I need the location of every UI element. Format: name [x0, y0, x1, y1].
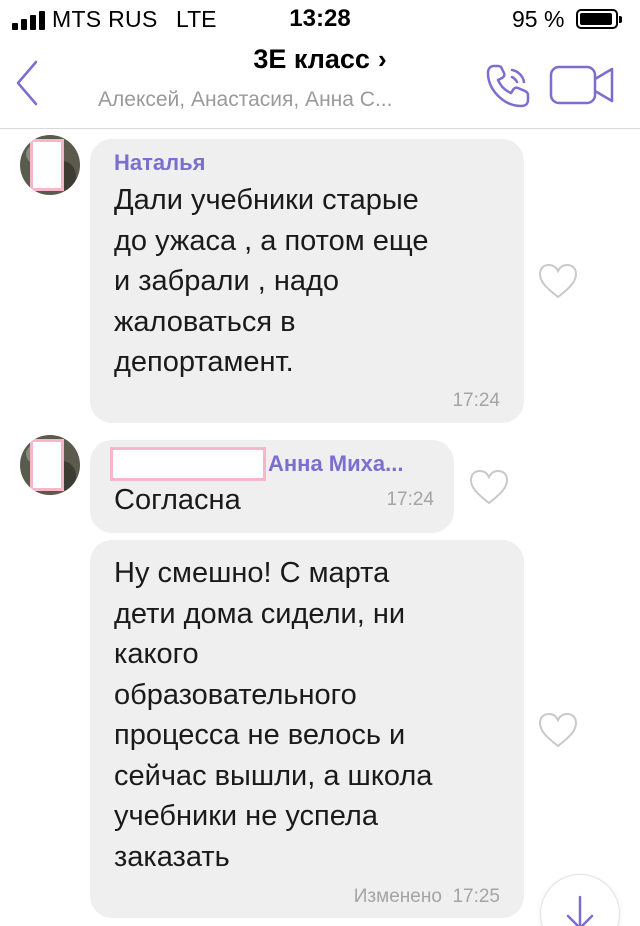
message-bubble[interactable]: Наталья Дали учебники старые до ужаса , … [90, 139, 524, 423]
video-camera-icon [549, 65, 614, 105]
video-call-button[interactable] [548, 62, 616, 108]
battery-icon [576, 9, 622, 29]
avatar[interactable] [20, 135, 80, 195]
chat-title: 3Е класс [253, 44, 370, 74]
sender-name[interactable]: Анна Миха... [268, 451, 403, 477]
chevron-right-icon: › [377, 44, 387, 74]
chat-header: 3Е класс › Алексей, Анастасия, Анна С... [0, 40, 640, 129]
arrow-down-icon [566, 895, 594, 926]
message-timestamp: Изменено 17:25 [354, 886, 500, 908]
phone-icon [486, 64, 530, 108]
message-list[interactable]: Наталья Дали учебники старые до ужаса , … [0, 129, 640, 926]
redaction-box [110, 447, 266, 481]
redaction-box [30, 139, 64, 191]
message-text: Ну смешно! С марта дети дома сидели, ни … [114, 557, 433, 873]
edited-label: Изменено [353, 886, 442, 907]
chat-title-button[interactable]: 3Е класс › [0, 44, 640, 75]
message-text: Дали учебники старые до ужаса , а потом … [114, 184, 429, 378]
battery-percentage: 95 % [512, 6, 565, 32]
like-button[interactable] [537, 711, 579, 749]
message-bubble[interactable]: Ну смешно! С марта дети дома сидели, ни … [90, 540, 524, 918]
heart-icon [538, 263, 578, 299]
like-button[interactable] [468, 468, 510, 506]
avatar[interactable] [20, 435, 80, 495]
like-button[interactable] [537, 262, 579, 300]
redaction-box [30, 439, 64, 491]
call-button[interactable] [484, 60, 534, 110]
status-bar: MTS RUS LTE 13:28 95 % [0, 0, 640, 40]
chat-participants[interactable]: Алексей, Анастасия, Анна С... [98, 88, 448, 112]
sender-name[interactable]: Наталья [114, 150, 205, 176]
message-time: 17:25 [452, 886, 500, 907]
scroll-to-bottom-button[interactable] [540, 874, 620, 926]
heart-icon [538, 712, 578, 748]
message-timestamp: 17:24 [386, 489, 434, 510]
message-text: Согласна [114, 484, 241, 516]
heart-icon [469, 469, 509, 505]
message-timestamp: 17:24 [452, 390, 500, 411]
